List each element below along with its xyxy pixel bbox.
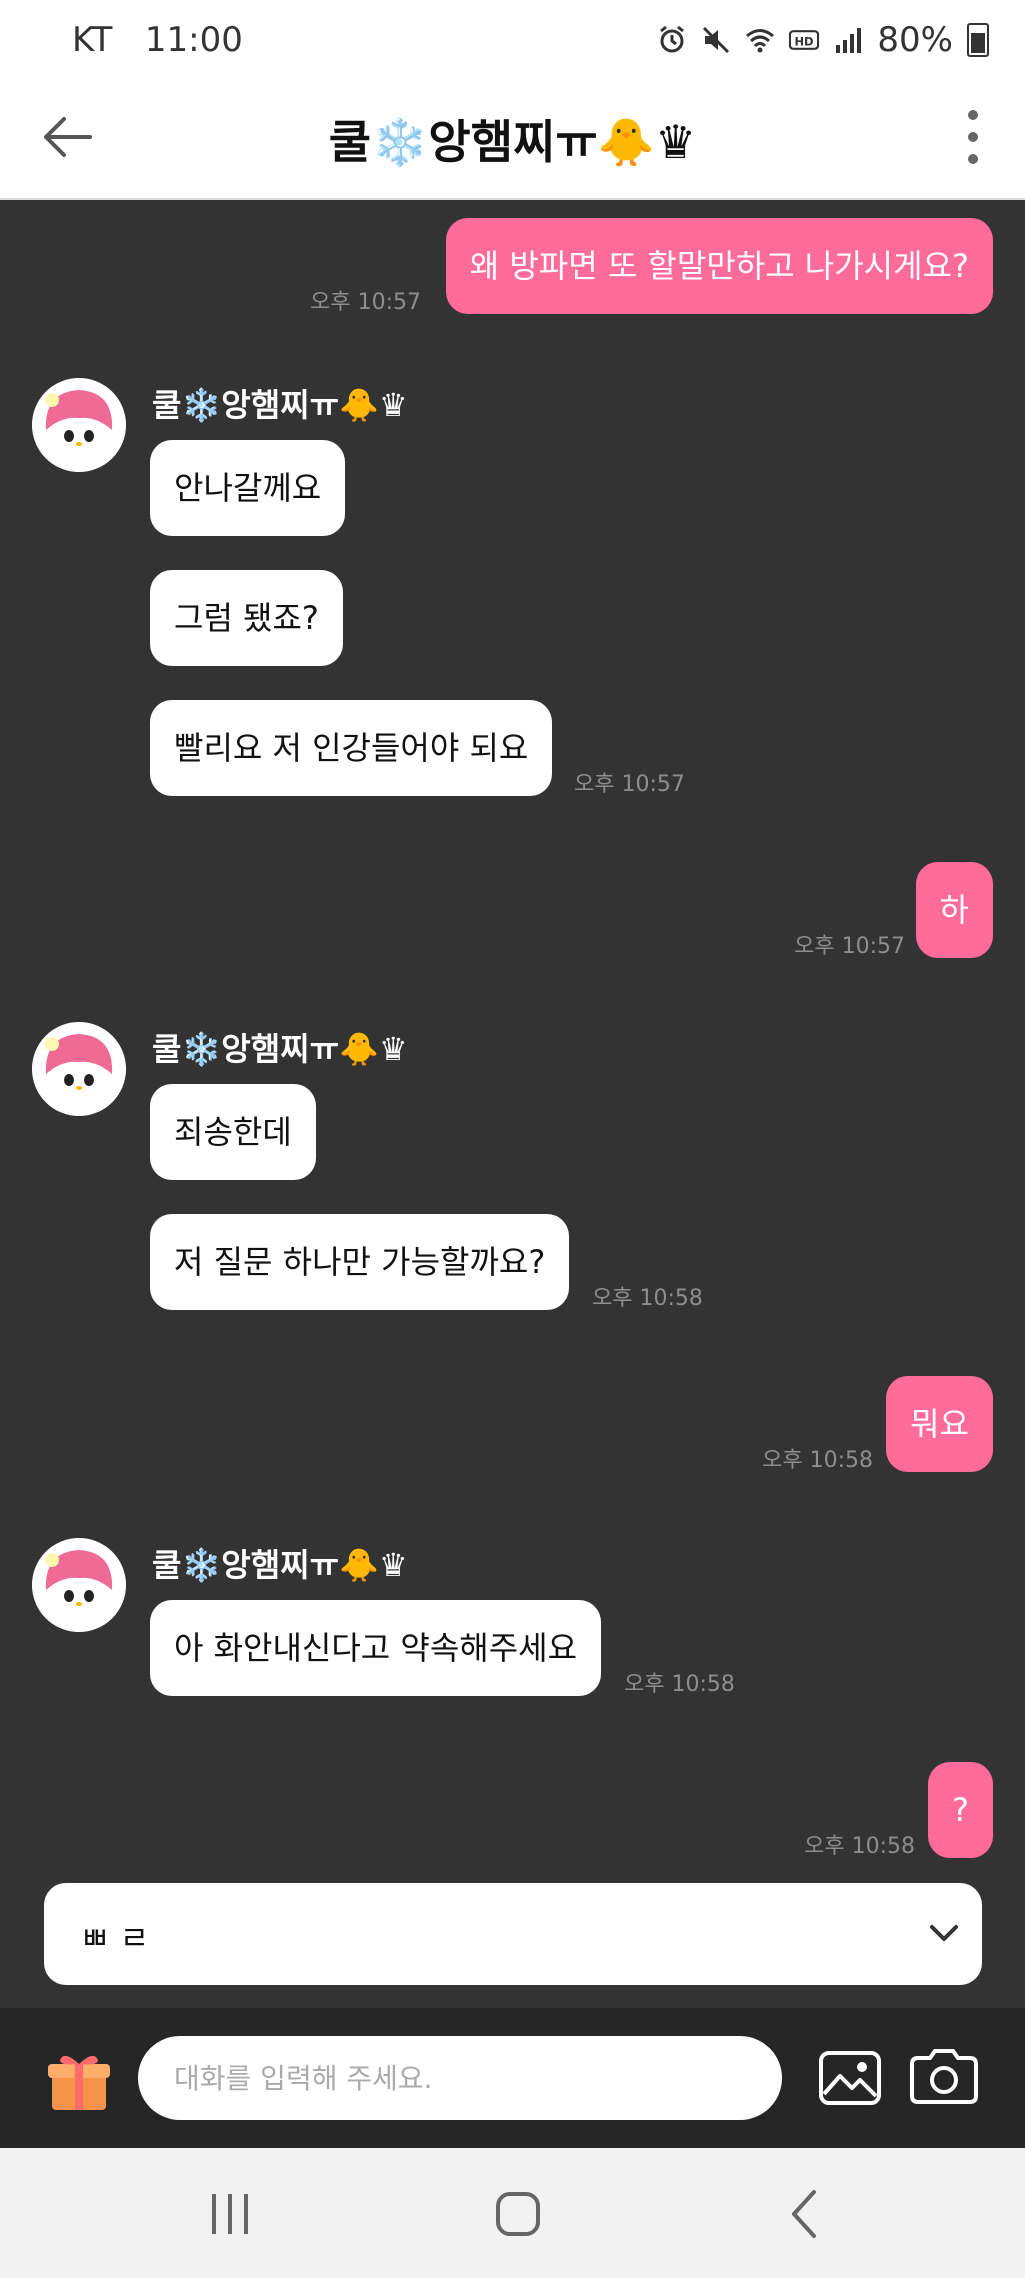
camera-icon[interactable]	[908, 2048, 980, 2106]
outgoing-message[interactable]: 뭐요	[886, 1376, 993, 1472]
suggestion-bar[interactable]: ㅃ ㄹ	[44, 1883, 982, 1985]
chat-title: 쿨❄️앙햄찌ㅠ🐥♛	[328, 115, 697, 169]
suggestion-text: ㅃ ㄹ	[80, 1919, 150, 1957]
alarm-icon	[660, 25, 685, 53]
incoming-message[interactable]: 저 질문 하나만 가능할까요?	[150, 1214, 570, 1310]
signal-icon	[836, 28, 862, 53]
incoming-message[interactable]: 빨리요 저 인강들어야 되요	[150, 700, 553, 796]
incoming-message[interactable]: 안나갈께요	[150, 440, 346, 536]
input-bar	[0, 2008, 1025, 2148]
incoming-message[interactable]: 죄송한데	[150, 1084, 316, 1180]
battery-percent: 80%	[877, 20, 953, 60]
gift-icon[interactable]	[46, 2048, 112, 2114]
message-input[interactable]	[138, 2036, 782, 2120]
outgoing-message[interactable]: 하	[915, 862, 993, 958]
hd-icon: HD	[789, 30, 820, 50]
outgoing-message[interactable]: ?	[928, 1762, 993, 1858]
recent-apps-icon[interactable]	[202, 2186, 258, 2242]
status-icons: HD 80%	[657, 20, 989, 60]
incoming-message[interactable]: 그럼 됐죠?	[150, 570, 343, 666]
system-nav-bar	[0, 2148, 1025, 2278]
sender-name: 쿨❄️앙햄찌ㅠ🐥♛	[152, 386, 408, 424]
message-time: 오후 10:58	[804, 1834, 915, 1859]
chevron-down-icon[interactable]	[924, 1913, 964, 1953]
message-time: 오후 10:57	[794, 934, 905, 959]
status-bar: KT 11:00 HD 80%	[0, 0, 1025, 80]
sender-name: 쿨❄️앙햄찌ㅠ🐥♛	[152, 1030, 408, 1068]
incoming-message[interactable]: 아 화안내신다고 약속해주세요	[150, 1600, 602, 1696]
clock: 11:00	[144, 20, 243, 60]
more-vertical-icon[interactable]	[961, 106, 985, 168]
carrier-label: KT	[72, 20, 113, 60]
svg-text:HD: HD	[795, 34, 814, 48]
outgoing-message[interactable]: 왜 방파면 또 할말만하고 나가시게요?	[445, 218, 993, 314]
chat-area[interactable]: 오후 10:57 왜 방파면 또 할말만하고 나가시게요? 쿨❄️앙햄찌ㅠ🐥♛ …	[0, 200, 1025, 2008]
chat-header: 쿨❄️앙햄찌ㅠ🐥♛	[0, 80, 1025, 200]
message-time: 오후 10:58	[592, 1286, 703, 1311]
message-time: 오후 10:58	[624, 1672, 735, 1697]
message-time: 오후 10:58	[762, 1448, 873, 1473]
home-icon[interactable]	[490, 2186, 546, 2242]
battery-icon	[967, 23, 989, 57]
avatar[interactable]	[32, 378, 126, 472]
sender-name: 쿨❄️앙햄찌ㅠ🐥♛	[152, 1546, 408, 1584]
image-icon[interactable]	[818, 2050, 882, 2106]
avatar[interactable]	[32, 1022, 126, 1116]
message-time: 오후 10:57	[310, 290, 421, 315]
status-left: KT 11:00	[72, 20, 243, 60]
avatar-image	[32, 1538, 126, 1632]
avatar-image	[32, 1022, 126, 1116]
avatar[interactable]	[32, 1538, 126, 1632]
message-time: 오후 10:57	[574, 772, 685, 797]
mute-icon	[703, 26, 730, 54]
wifi-icon	[746, 29, 775, 53]
avatar-image	[32, 378, 126, 472]
back-nav-icon[interactable]	[778, 2186, 834, 2242]
